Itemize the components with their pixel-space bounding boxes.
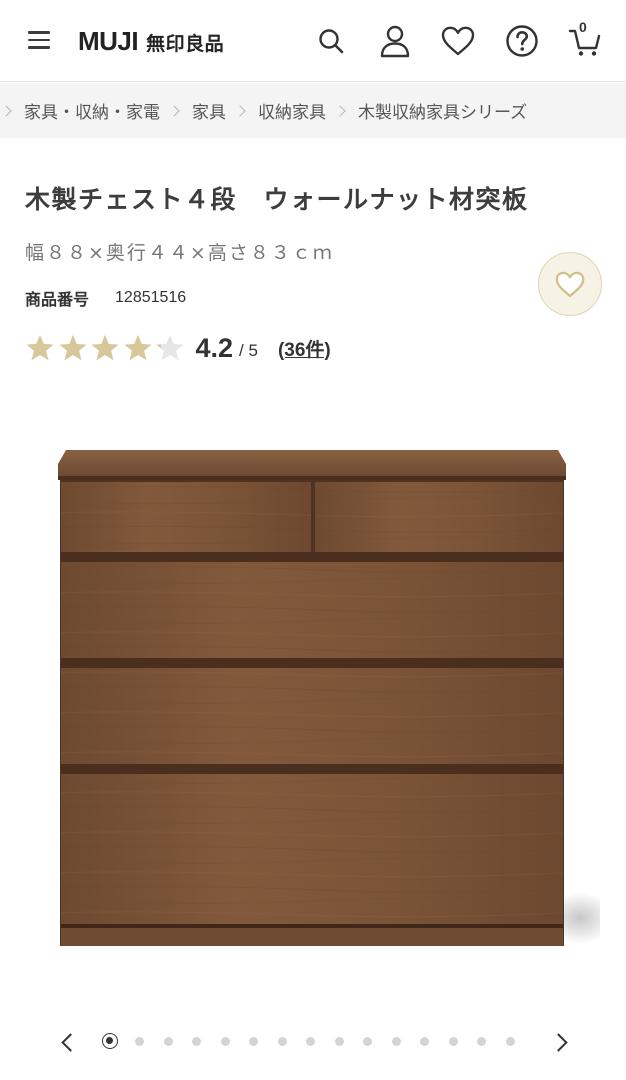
chevron-right-icon[interactable] [550, 1032, 570, 1052]
carousel-dot[interactable] [420, 1036, 429, 1046]
carousel-dot[interactable] [306, 1036, 315, 1046]
star-icon [59, 335, 86, 361]
star-rating [25, 333, 188, 363]
rating: 4.2 / 5 (36件) [25, 328, 331, 368]
carousel-dot[interactable] [249, 1036, 258, 1046]
review-count-link[interactable]: (36件) [278, 335, 331, 362]
carousel-dot[interactable] [163, 1036, 173, 1046]
cart-count: 0 [579, 19, 587, 35]
logo-text-jp: 無印良品 [146, 33, 225, 55]
help-icon[interactable] [504, 22, 540, 60]
breadcrumb-item[interactable]: 家具 [192, 98, 226, 123]
product-image[interactable] [40, 440, 616, 960]
favorite-button[interactable] [538, 252, 602, 316]
product-title: 木製チェスト４段 ウォールナット材突板 [25, 185, 529, 214]
image-carousel-nav [0, 1020, 626, 1064]
star-icon [91, 335, 119, 361]
breadcrumb-item[interactable]: 家具・収納・家電 [24, 98, 160, 123]
breadcrumb-item[interactable]: 収納家具 [258, 98, 326, 123]
carousel-dot[interactable] [477, 1036, 486, 1046]
chevron-right-icon [234, 104, 246, 117]
rating-max: / 5 [239, 341, 258, 360]
star-icon [26, 335, 54, 361]
carousel-dot-active[interactable] [102, 1033, 118, 1049]
chevron-right-icon [168, 104, 180, 117]
heart-icon[interactable] [440, 22, 476, 60]
carousel-dot[interactable] [277, 1036, 287, 1046]
carousel-dot[interactable] [363, 1036, 372, 1046]
carousel-dots [102, 1033, 534, 1049]
carousel-dot[interactable] [192, 1036, 201, 1046]
account-icon[interactable] [377, 22, 413, 60]
carousel-dot[interactable] [220, 1036, 230, 1046]
menu-icon[interactable] [28, 31, 50, 49]
product-number-value: 12851516 [115, 289, 187, 306]
product-number: 商品番号 12851516 [25, 286, 186, 310]
carousel-dot[interactable] [391, 1036, 401, 1046]
carousel-dot[interactable] [448, 1036, 458, 1046]
carousel-dot[interactable] [135, 1036, 144, 1046]
cart-icon[interactable]: 0 [567, 19, 603, 60]
site-header: MUJI 無印良品 0 [0, 0, 626, 82]
carousel-dot[interactable] [505, 1036, 515, 1046]
rating-score: 4.2 [195, 332, 234, 363]
heart-icon [555, 271, 585, 297]
chevron-right-icon [334, 104, 346, 117]
star-icon [156, 335, 184, 361]
logo-text-en: MUJI [78, 26, 139, 56]
carousel-dot[interactable] [334, 1036, 344, 1046]
muji-logo[interactable]: MUJI 無印良品 [78, 26, 224, 56]
chevron-left-icon[interactable] [56, 1032, 76, 1052]
breadcrumb-item[interactable]: 木製収納家具シリーズ [358, 98, 527, 123]
product-number-label: 商品番号 [25, 290, 90, 309]
star-icon [124, 335, 151, 361]
chevron-right-icon [0, 104, 12, 117]
product-size: 幅８８×奥行４４×高さ８３ｃｍ [25, 242, 334, 264]
breadcrumb: 家具・収納・家電 家具 収納家具 木製収納家具シリーズ [0, 83, 626, 138]
search-icon[interactable] [313, 22, 349, 60]
